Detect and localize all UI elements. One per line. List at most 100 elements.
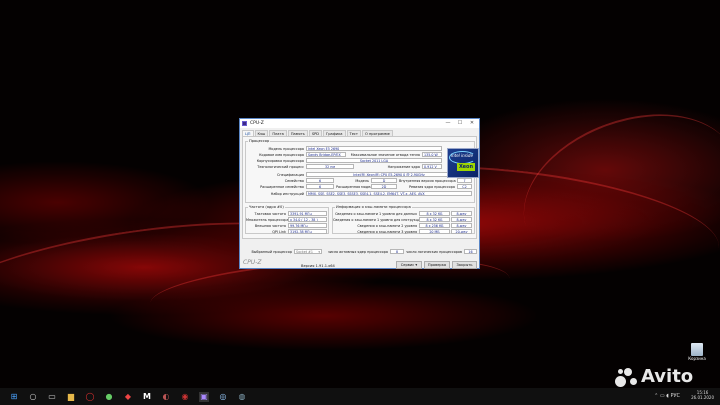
cores-label: число активных ядер процессора <box>327 250 388 254</box>
revision-value: C2 <box>457 184 472 189</box>
codename-value: Sandy Bridge-EP/EX <box>306 152 346 157</box>
l3-label: Сведения о кэш-памяти 3 уровня <box>357 230 417 234</box>
tech-label: Технологический процесс <box>257 165 304 169</box>
cache-group-label: Информация о кэш-памяти процессора <box>335 205 412 209</box>
multiplier-label: Множитель процессора <box>246 218 289 222</box>
stepping-label: Внутренняя версия процессора <box>399 179 456 183</box>
l1i-label: Сведения о кэш-памяти 1 уровня для инстр… <box>333 218 423 222</box>
processor-group: Процессор Модель процессора Intel Xeon E… <box>245 139 479 203</box>
ext-family-value: 6 <box>306 184 334 189</box>
clock[interactable]: 15:16 26.01.2020 <box>691 390 714 400</box>
qpi-label: QPI Link <box>272 230 286 234</box>
l1d-label: Сведения о кэш-памяти 1 уровня для данны… <box>335 212 417 216</box>
tray-icons[interactable]: ⌃ ▭ ◖ РУС <box>654 393 680 399</box>
model-num-label: Модель <box>355 179 369 183</box>
codename-label: Кодовое имя процессора <box>259 153 304 157</box>
version-text: Версия 1.91.1.x64 <box>301 264 335 268</box>
revision-label: Ревизия ядра процессора <box>408 185 455 189</box>
spec-label: Спецификация <box>277 173 304 177</box>
l3-size: 20 МБ <box>419 229 450 234</box>
recycle-bin-label: Корзина <box>688 356 706 361</box>
clocks-group: Частота (ядро #0) Тактовая частота 3391.… <box>245 205 329 234</box>
language-indicator[interactable]: РУС <box>670 393 680 399</box>
instructions-label: Набор инструкций <box>270 192 304 196</box>
app-icon[interactable]: ◍ <box>237 392 247 402</box>
package-value: Socket 2011 LGA <box>306 158 442 163</box>
title-bar[interactable]: CPU-Z — ☐ ✕ <box>240 119 479 128</box>
tools-button-label: Сервис <box>400 263 415 267</box>
close-window-button[interactable]: ✕ <box>467 120 477 127</box>
core-speed-label: Тактовая частота <box>254 212 287 216</box>
selected-cpu-label: Выбранный процессор <box>251 250 292 254</box>
ext-model-label: Расширенная модель <box>336 185 375 189</box>
app-icon[interactable]: ● <box>104 392 114 402</box>
cpuz-app-icon <box>242 121 247 126</box>
threads-label: число логических процессоров <box>406 250 462 254</box>
model-label: Модель процессора <box>268 147 304 151</box>
l1d-assoc: 8-way <box>451 211 472 216</box>
selected-cpu-select[interactable]: Socket #1 ▾ <box>294 249 322 254</box>
minimize-button[interactable]: — <box>443 120 453 127</box>
bus-speed-value: 99.76 МГц <box>288 223 327 228</box>
threads-value: 16 <box>464 249 477 254</box>
avito-logo-icon <box>615 367 639 387</box>
l1i-size: 8 x 32 КБ <box>419 217 450 222</box>
chevron-down-icon: ▾ <box>415 263 418 267</box>
family-value: 6 <box>306 178 334 183</box>
l3-assoc: 20-way <box>451 229 472 234</box>
cpuz-window[interactable]: CPU-Z — ☐ ✕ ЦП Кэш Плата Память SPD Граф… <box>239 118 480 269</box>
tdp-label: Максимальное значение отвода тепла <box>350 153 420 157</box>
app-icon[interactable]: ◉ <box>180 392 190 402</box>
tech-value: 32 нм <box>306 164 354 169</box>
close-button[interactable]: Закрыть <box>452 261 477 269</box>
app-icon[interactable]: ◎ <box>218 392 228 402</box>
taskbar: ⊞ ○ ▭ ▆ ◯ ● ◆ M ◐ ◉ ▣ ◎ ◍ ⌃ ▭ ◖ РУС 15:1… <box>0 388 720 405</box>
validate-button[interactable]: Проверка <box>424 261 450 269</box>
processor-group-label: Процессор <box>248 139 271 143</box>
stepping-value: 7 <box>457 178 472 183</box>
l2-size: 8 x 256 КБ <box>419 223 450 228</box>
window-title: CPU-Z <box>250 121 264 126</box>
model-value: Intel Xeon E5 2690 <box>306 146 442 151</box>
instructions-value: MMX, SSE, SSE2, SSE3, SSSE3, SSE4.1, SSE… <box>306 191 472 196</box>
maximize-button[interactable]: ☐ <box>455 120 465 127</box>
xeon-badge: Xeon <box>457 163 475 171</box>
task-view-icon[interactable]: ▭ <box>47 392 57 402</box>
windows-start-icon[interactable]: ⊞ <box>9 392 19 402</box>
tools-button[interactable]: Сервис ▾ <box>396 261 422 269</box>
ext-model-value: 2D <box>371 184 397 189</box>
recycle-bin-shortcut[interactable]: Корзина <box>688 343 706 365</box>
clocks-group-label: Частота (ядро #0) <box>248 205 285 209</box>
cpuz-taskbar-icon[interactable]: ▣ <box>199 391 209 402</box>
cpu-panel: Процессор Модель процессора Intel Xeon E… <box>242 136 479 239</box>
ext-family-label: Расширенное семейство <box>260 185 304 189</box>
search-icon[interactable]: ○ <box>28 392 38 402</box>
explorer-icon[interactable]: ▆ <box>66 392 76 402</box>
malwarebytes-icon[interactable]: M <box>142 392 152 402</box>
cache-group: Информация о кэш-памяти процессора Сведе… <box>332 205 475 234</box>
cpuz-brand: CPU-Z <box>243 259 262 266</box>
l2-assoc: 8-way <box>451 223 472 228</box>
l2-label: Сведения о кэш-памяти 2 уровня <box>357 224 417 228</box>
chevron-down-icon: ▾ <box>318 250 320 254</box>
package-label: Корпусировка процессора <box>256 159 304 163</box>
recycle-bin-icon <box>691 343 703 356</box>
opera-icon[interactable]: ◯ <box>85 392 95 402</box>
app-icon[interactable]: ◆ <box>123 392 133 402</box>
core-speed-value: 3391.91 МГц <box>288 211 327 216</box>
voltage-value: 0.912 V <box>422 164 442 169</box>
model-num-value: D <box>371 178 397 183</box>
intel-xeon-logo: intel inside Xeon <box>447 148 479 178</box>
avito-watermark: Avito <box>615 366 693 387</box>
clock-date: 26.01.2020 <box>691 395 714 400</box>
intel-inside-text: intel inside <box>451 153 473 158</box>
voltage-label: Напряжение ядра <box>387 165 420 169</box>
multiplier-value: x 34.0 ( 12 - 38 ) <box>288 217 327 222</box>
app-icon[interactable]: ◐ <box>161 392 171 402</box>
avito-text: Avito <box>641 366 694 387</box>
cores-value: 8 <box>390 249 404 254</box>
l1d-size: 8 x 32 КБ <box>419 211 450 216</box>
bus-speed-label: Внешняя частота <box>254 224 286 228</box>
tdp-value: 135.0 W <box>422 152 442 157</box>
selected-cpu-value: Socket #1 <box>296 250 313 254</box>
